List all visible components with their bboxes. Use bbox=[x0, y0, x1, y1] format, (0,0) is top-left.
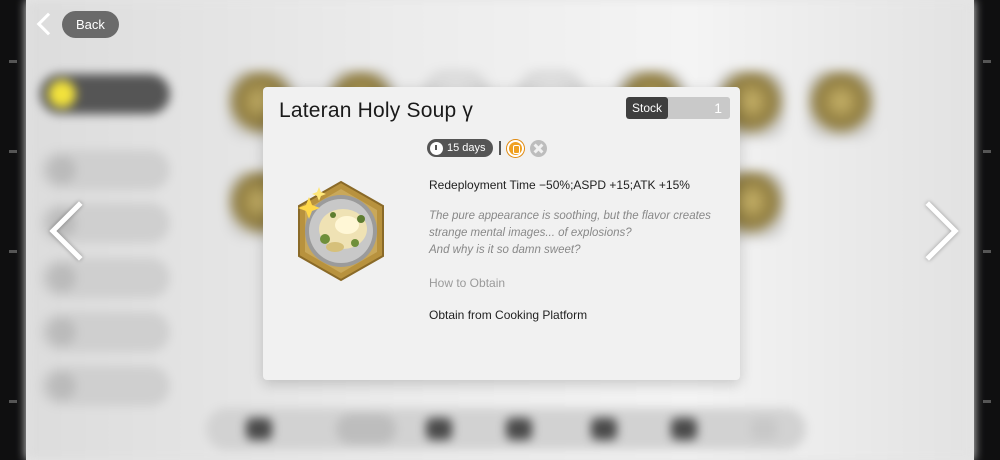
back-button[interactable]: Back bbox=[36, 10, 119, 38]
item-title: Lateran Holy Soup γ bbox=[279, 99, 474, 122]
tag-divider bbox=[498, 141, 501, 155]
clock-icon bbox=[430, 141, 443, 155]
food-image bbox=[298, 180, 384, 282]
badge-icon bbox=[506, 139, 524, 157]
left-frame bbox=[0, 0, 26, 460]
bg-category-button bbox=[40, 258, 170, 298]
duration-text: 15 days bbox=[447, 142, 486, 154]
flavor-line: The pure appearance is soothing, but the… bbox=[429, 210, 711, 222]
cancel-icon bbox=[529, 139, 547, 157]
bg-category-button bbox=[40, 366, 170, 406]
right-frame bbox=[974, 0, 1000, 460]
item-effect: Redeployment Time −50%;ASPD +15;ATK +15% bbox=[429, 178, 690, 192]
flavor-line: And why is it so damn sweet? bbox=[429, 244, 581, 256]
obtain-source: Obtain from Cooking Platform bbox=[429, 308, 588, 322]
flavor-line: strange mental images... of explosions? bbox=[429, 227, 632, 239]
item-flavor-text: The pure appearance is soothing, but the… bbox=[429, 208, 719, 259]
bg-food-item bbox=[806, 70, 876, 140]
obtain-heading: How to Obtain bbox=[429, 276, 506, 290]
duration-tag: 15 days bbox=[427, 139, 493, 157]
bg-category-button bbox=[40, 150, 170, 190]
chevron-left-icon bbox=[36, 12, 60, 36]
item-tags: 15 days bbox=[427, 139, 547, 157]
bg-category-button bbox=[40, 74, 170, 114]
bg-category-button bbox=[40, 312, 170, 352]
item-detail-card: Lateran Holy Soup γ Stock 1 15 days Rede… bbox=[263, 87, 740, 380]
stock-value: 1 bbox=[668, 97, 730, 119]
bg-bottom-toolbar bbox=[206, 408, 806, 450]
stock-counter: Stock 1 bbox=[626, 97, 730, 119]
back-button-label: Back bbox=[62, 10, 119, 38]
stock-label: Stock bbox=[626, 97, 668, 119]
